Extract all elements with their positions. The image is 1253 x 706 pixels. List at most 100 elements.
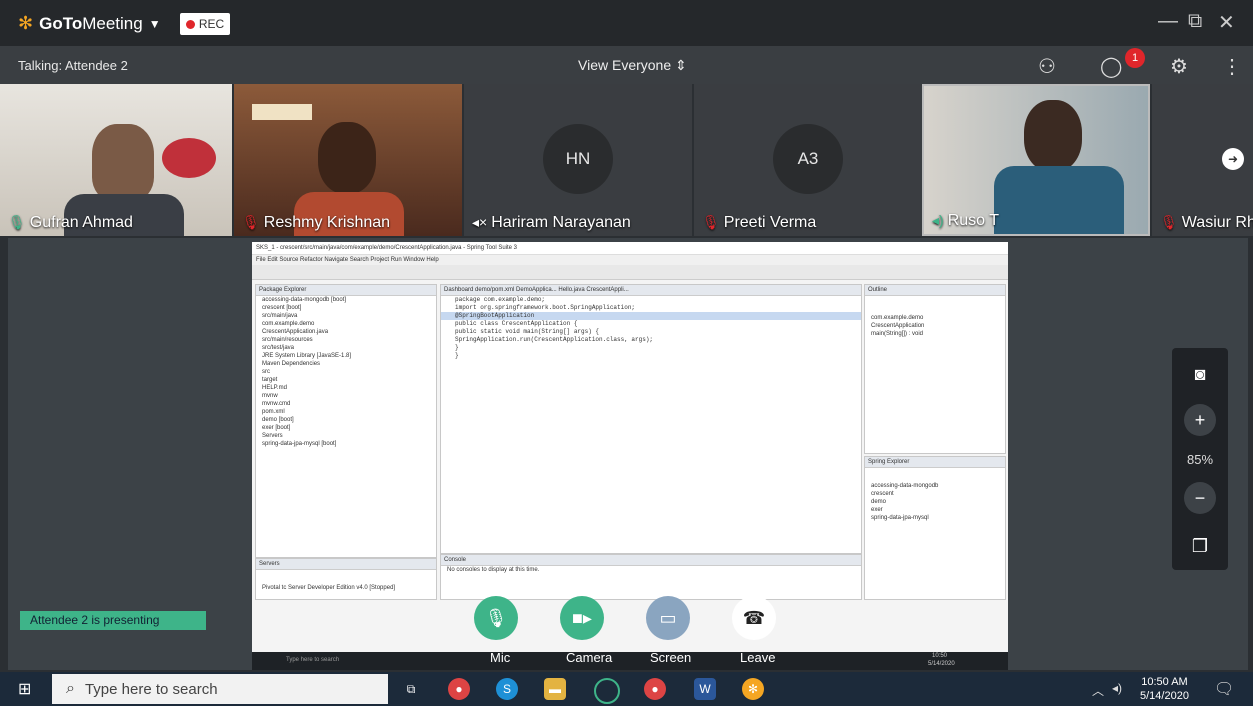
list-item: @SpringBootApplication	[441, 312, 861, 320]
attendee-tile-reshmy[interactable]: 🎙 Reshmy Krishnan	[234, 84, 462, 236]
attendee-name-text: Hariram Narayanan	[491, 214, 631, 231]
attendee-tile-wasiur[interactable]: ➜ 🎙 Wasiur Rh	[1152, 84, 1253, 236]
up-down-chevron-icon: ⇕	[675, 57, 687, 73]
notification-center-icon[interactable]: 🗨	[1214, 679, 1234, 699]
attendee-name-text: Wasiur Rh	[1181, 214, 1253, 231]
list-item: CrescentApplication.java	[262, 329, 329, 335]
list-item: demo	[871, 499, 887, 505]
file-explorer-icon[interactable]: ▬	[544, 678, 566, 700]
scroll-right-arrow-icon[interactable]: ➜	[1222, 148, 1244, 170]
list-item: mvnw	[262, 393, 278, 399]
rec-indicator[interactable]: REC	[180, 13, 230, 35]
app-name-bold: GoTo	[39, 13, 83, 33]
meeting-status-bar: Talking: Attendee 2 View Everyone ⇕ ⚇ ◯ …	[0, 46, 1253, 84]
chrome-icon-2[interactable]: ●	[644, 678, 666, 700]
word-icon[interactable]: W	[694, 678, 716, 700]
chat-icon[interactable]: ◯	[1100, 54, 1122, 79]
windows-start-icon[interactable]: ⊞	[18, 679, 31, 699]
attendee-tile-hariram[interactable]: HN ◂× Hariram Narayanan	[464, 84, 692, 236]
pane-header: Spring Explorer	[865, 457, 1005, 468]
camera-label: Camera	[566, 650, 613, 665]
mic-button[interactable]: 🎙	[474, 596, 518, 640]
list-item: src/main/java	[262, 313, 298, 319]
list-item: mvnw.cmd	[262, 401, 291, 407]
record-dot-icon	[185, 19, 195, 29]
volume-icon[interactable]: ◂)	[1112, 681, 1122, 695]
view-selector[interactable]: View Everyone ⇕	[578, 57, 687, 74]
spring-list: accessing-data-mongodb crescent demo exer sp…	[865, 482, 1005, 522]
package-explorer: Package Explorer accessing-data-mongodb …	[255, 284, 437, 558]
outline-list: com.example.demo CrescentApplication main(…	[865, 314, 1005, 338]
list-item: exer	[871, 507, 883, 513]
speaker-icon: ◂)	[932, 212, 944, 228]
attendee-name: 🎙 Reshmy Krishnan	[242, 214, 390, 232]
list-item: HELP.md	[262, 385, 287, 391]
console-text: No consoles to display at this time.	[447, 567, 540, 573]
close-icon[interactable]: ✕	[1218, 10, 1235, 35]
goto-logo-icon: ✻	[18, 13, 34, 33]
list-item: accessing-data-mongodb	[871, 483, 939, 489]
explorer-list: accessing-data-mongodb [boot] crescent [b…	[256, 296, 436, 448]
presenting-banner: Attendee 2 is presenting	[20, 611, 206, 630]
camera-button[interactable]: ■▸	[560, 596, 604, 640]
restore-icon[interactable]: ⧉	[1188, 10, 1202, 33]
editor-tabs: Dashboard demo/pom.xml DemoApplica... He…	[441, 285, 861, 296]
ide-menu: File Edit Source Refactor Navigate Searc…	[252, 255, 1008, 265]
clock-date: 5/14/2020	[1140, 690, 1189, 702]
list-item: spring-data-jpa-mysql	[871, 515, 929, 521]
attendee-video	[92, 124, 154, 200]
taskbar-clock[interactable]: 10:50 AM 5/14/2020	[1140, 675, 1189, 703]
ide-title: SKS_1 - crescent/src/main/java/com/examp…	[252, 242, 1008, 255]
leave-button[interactable]: ☎	[732, 596, 776, 640]
attendees-icon[interactable]: ⚇	[1038, 54, 1056, 79]
chrome-icon[interactable]: ●	[448, 678, 470, 700]
chevron-down-icon: ▼	[148, 16, 161, 31]
app-circle-icon[interactable]	[594, 678, 620, 704]
list-item: package com.example.demo;	[455, 296, 546, 303]
attendee-name: 🎙 Gufran Ahmad	[8, 214, 133, 232]
settings-gear-icon[interactable]: ⚙	[1170, 54, 1188, 79]
list-item: target	[262, 377, 278, 383]
mic-muted-icon: 🎙	[702, 214, 720, 230]
fit-screen-icon[interactable]: ❐	[1184, 530, 1216, 562]
list-item: crescent	[871, 491, 894, 497]
list-item: crescent [boot]	[262, 305, 302, 311]
list-item: pom.xml	[262, 409, 285, 415]
app-logo-menu[interactable]: ✻ GoTo Meeting ▼	[18, 13, 161, 34]
skype-icon[interactable]: S	[496, 678, 518, 700]
more-options-icon[interactable]: ⋮	[1222, 54, 1242, 79]
list-item: CrescentApplication	[871, 323, 925, 329]
tray-chevron-icon[interactable]: ︿	[1092, 682, 1104, 699]
list-item: public class CrescentApplication {	[455, 320, 578, 327]
view-selector-label: View Everyone	[578, 57, 672, 73]
spring-explorer-pane: Spring Explorer accessing-data-mongodb cr…	[864, 456, 1006, 600]
avatar: A3	[773, 124, 843, 194]
attendee-video	[318, 122, 376, 194]
screen-label: Screen	[650, 650, 692, 665]
minimize-icon[interactable]: —	[1158, 10, 1178, 33]
code-lines: package com.example.demo; import org.spri…	[441, 296, 861, 360]
screen-share-button[interactable]: ▭	[646, 596, 690, 640]
task-view-icon[interactable]: ⧉	[400, 678, 422, 700]
gotomeeting-icon[interactable]: ✻	[742, 678, 764, 700]
attendee-tile-ruso[interactable]: ◂) Ruso T	[922, 84, 1150, 236]
taskbar-search-box[interactable]: ⌕ Type here to search	[52, 674, 388, 704]
app-name-rest: Meeting	[82, 13, 143, 33]
attendee-tile-preeti[interactable]: A3 🎙 Preeti Verma	[694, 84, 922, 236]
zoom-in-button[interactable]: +	[1184, 404, 1216, 436]
zoom-level: 85%	[1186, 452, 1214, 467]
servers-pane: Servers Pivotal tc Server Developer Edit…	[255, 558, 437, 600]
list-item: src	[262, 369, 270, 375]
hang-up-icon: ☎	[742, 607, 766, 628]
attendee-tiles: 🎙 Gufran Ahmad 🎙 Reshmy Krishnan HN ◂× Hari…	[0, 84, 1253, 236]
shared-time: 10:50	[932, 653, 948, 659]
zoom-out-button[interactable]: −	[1184, 482, 1216, 514]
zoom-controls: ◙ + 85% − ❐	[1172, 348, 1228, 570]
list-item: com.example.demo	[871, 315, 924, 321]
screenshot-camera-icon[interactable]: ◙	[1184, 358, 1216, 390]
list-item: }	[455, 352, 459, 359]
microphone-icon: 🎙	[484, 607, 508, 628]
attendee-tile-gufran[interactable]: 🎙 Gufran Ahmad	[0, 84, 232, 236]
code-editor: Dashboard demo/pom.xml DemoApplica... He…	[440, 284, 862, 554]
mic-muted-icon: 🎙	[242, 214, 260, 230]
